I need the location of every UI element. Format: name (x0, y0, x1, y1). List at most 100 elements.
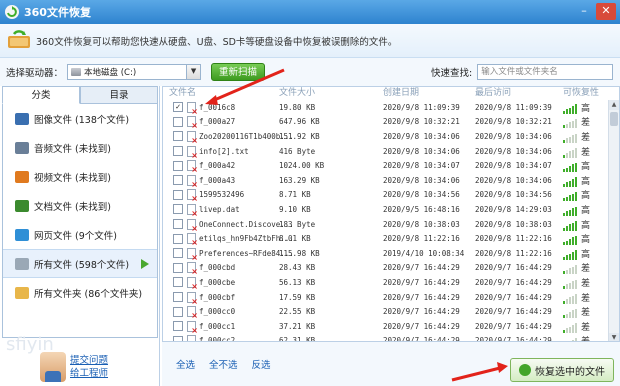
category-item[interactable]: 视频文件 (未找到) (3, 162, 157, 191)
select-all-link[interactable]: 全选 (176, 357, 195, 371)
file-size-cell: 8.01 KB (279, 234, 311, 244)
table-row[interactable]: f_000a27 647.96 KB 2020/9/8 10:32:21 2020/9… (163, 115, 609, 130)
accessed-date-cell: 2020/9/8 10:34:56 (475, 190, 552, 200)
table-row[interactable]: f_000cbd 28.43 KB 2020/9/7 16:44:29 2020/9/… (163, 261, 609, 276)
signal-bar (569, 195, 571, 202)
rescan-button[interactable]: 重新扫描 (211, 63, 266, 81)
signal-bar (575, 192, 577, 202)
row-checkbox[interactable] (173, 204, 183, 215)
table-row[interactable]: f_000cc1 37.21 KB 2020/9/7 16:44:29 2020/9/… (163, 319, 609, 335)
row-checkbox[interactable] (173, 321, 183, 332)
drive-select[interactable]: 本地磁盘 (C:) ▼ (67, 64, 202, 80)
file-name-cell: f_000a42 (199, 161, 236, 171)
signal-bar (575, 119, 577, 129)
table-row[interactable]: f_000cbf 17.59 KB 2020/9/7 16:44:29 2020/9/… (163, 290, 609, 306)
table-row[interactable]: OneConnect.Discove...183 Byte2020/9/8 10… (163, 217, 609, 233)
row-checkbox[interactable] (173, 219, 183, 230)
row-checkbox[interactable] (173, 175, 183, 186)
minimize-button[interactable]: – (574, 3, 594, 20)
row-checkbox[interactable] (173, 277, 183, 288)
signal-bar (572, 164, 574, 173)
invert-selection-link[interactable]: 反选 (252, 357, 271, 371)
signal-bar (569, 253, 571, 260)
row-checkbox[interactable] (173, 262, 183, 273)
scrollbar[interactable]: ▲ ▼ (608, 100, 619, 341)
search-input[interactable]: 输入文件或文件夹名 (477, 64, 614, 80)
recoverability-text: 高 (581, 162, 591, 173)
table-row[interactable]: f_000cc262.31 KB2020/9/7 16:44:292020/9/… (163, 334, 609, 341)
file-size-cell: 56.13 KB (279, 277, 316, 287)
table-row[interactable]: f_000cc0 22.55 KB 2020/9/7 16:44:29 2020/9/… (163, 304, 609, 320)
category-label: 文档文件 (未找到) (34, 201, 111, 213)
file-name-cell: f_000cc1 (199, 321, 236, 331)
category-item[interactable]: 所有文件 (598个文件) (3, 249, 157, 278)
scroll-down-icon[interactable]: ▼ (609, 333, 619, 341)
recoverability-text: 差 (581, 278, 591, 289)
file-name-cell: livep.dat (199, 204, 240, 214)
signal-bar (575, 162, 577, 173)
select-none-link[interactable]: 全不选 (209, 357, 238, 371)
scroll-up-icon[interactable]: ▲ (609, 100, 619, 110)
category-item[interactable]: 音频文件 (未找到) (3, 133, 157, 162)
table-row[interactable]: f_000a42 1024.00 KB 2020/9/8 10:34:07 2020/… (163, 158, 609, 174)
file-name-cell: f_000cbf (199, 292, 236, 302)
category-item[interactable]: 所有文件夹 (86个文件夹) (3, 278, 157, 307)
row-checkbox[interactable] (173, 248, 183, 259)
col-created-header[interactable]: 创建日期 (383, 87, 419, 99)
accessed-date-cell: 2020/9/7 16:44:29 (475, 321, 552, 331)
category-item[interactable]: 图像文件 (138个文件) (3, 104, 157, 133)
signal-bar (569, 282, 571, 289)
created-date-cell: 2020/9/8 10:34:56 (383, 190, 460, 200)
table-row[interactable]: 1599532496 8.71 KB 2020/9/8 10:34:56 2020/9… (163, 188, 609, 203)
recover-disk-icon (8, 29, 30, 48)
row-checkbox[interactable] (173, 146, 183, 157)
tab-directory[interactable]: 目录 (80, 86, 158, 104)
recoverability-cell: 差 (563, 115, 590, 129)
table-row[interactable]: Preferences~RFde84...115.98 KB2019/4/10 … (163, 246, 609, 262)
col-accessed-header[interactable]: 最后访问 (475, 87, 511, 99)
chevron-down-icon[interactable]: ▼ (186, 65, 201, 79)
signal-bar (569, 312, 571, 319)
category-label: 网页文件 (9个文件) (34, 230, 117, 242)
row-checkbox[interactable] (173, 189, 183, 200)
table-row[interactable]: Zoo20200116T1b400b...151.92 KB2020/9/8 1… (163, 129, 609, 145)
submit-issue-link[interactable]: 提交问题 给工程师 (40, 352, 108, 382)
recover-selected-button[interactable]: 恢复选中的文件 (510, 358, 614, 382)
deleted-file-icon (187, 116, 198, 130)
row-checkbox[interactable] (173, 306, 183, 317)
category-item[interactable]: 文档文件 (未找到) (3, 191, 157, 220)
signal-bar (569, 326, 571, 333)
col-size-header[interactable]: 文件大小 (279, 87, 315, 99)
tab-category[interactable]: 分类 (2, 86, 80, 104)
quick-search-label: 快速查找: (431, 68, 473, 79)
table-row[interactable]: info[2].txt 416 Byte 2020/9/8 10:34:06 2020… (163, 144, 609, 160)
row-checkbox[interactable] (173, 233, 183, 244)
category-item[interactable]: 网页文件 (9个文件) (3, 220, 157, 249)
row-checkbox[interactable] (173, 160, 183, 171)
col-recoverability-header[interactable]: 可恢复性 (563, 87, 599, 99)
file-size-cell: 416 Byte (279, 146, 316, 156)
category-label: 音频文件 (未找到) (34, 143, 111, 155)
file-size-cell: 22.55 KB (279, 307, 316, 317)
scroll-thumb[interactable] (610, 112, 618, 126)
signal-bar (572, 281, 574, 289)
table-row[interactable]: livep.dat 9.10 KB 2020/9/5 16:48:16 2020/9/… (163, 202, 609, 218)
accessed-date-cell: 2020/9/8 10:34:06 (475, 146, 552, 156)
row-checkbox[interactable]: ✓ (173, 102, 183, 113)
signal-bar (566, 255, 568, 260)
table-row[interactable]: etilqs_hn9Fb4ZtbFh...8.01 KB2020/9/8 11:… (163, 231, 609, 247)
table-row[interactable]: ✓ f_0016c8 19.80 KB 2020/9/8 11:09:39 2020/9… (163, 100, 609, 116)
deleted-file-icon (187, 189, 198, 203)
row-checkbox[interactable] (173, 116, 183, 127)
signal-bar (572, 222, 574, 231)
table-row[interactable]: f_000a43 163.29 KB 2020/9/8 10:34:06 2020/9… (163, 173, 609, 189)
created-date-cell: 2020/9/8 10:34:06 (383, 175, 460, 185)
close-button[interactable]: ✕ (596, 3, 616, 20)
row-checkbox[interactable] (173, 131, 183, 142)
deleted-file-icon (187, 247, 198, 262)
recoverability-cell: 差 (563, 320, 590, 333)
table-row[interactable]: f_000cbe 56.13 KB 2020/9/7 16:44:29 2020/9/… (163, 275, 609, 291)
file-size-cell: 1024.00 KB (279, 161, 325, 171)
row-checkbox[interactable] (173, 292, 183, 303)
col-name-header[interactable]: 文件名 (169, 87, 196, 99)
